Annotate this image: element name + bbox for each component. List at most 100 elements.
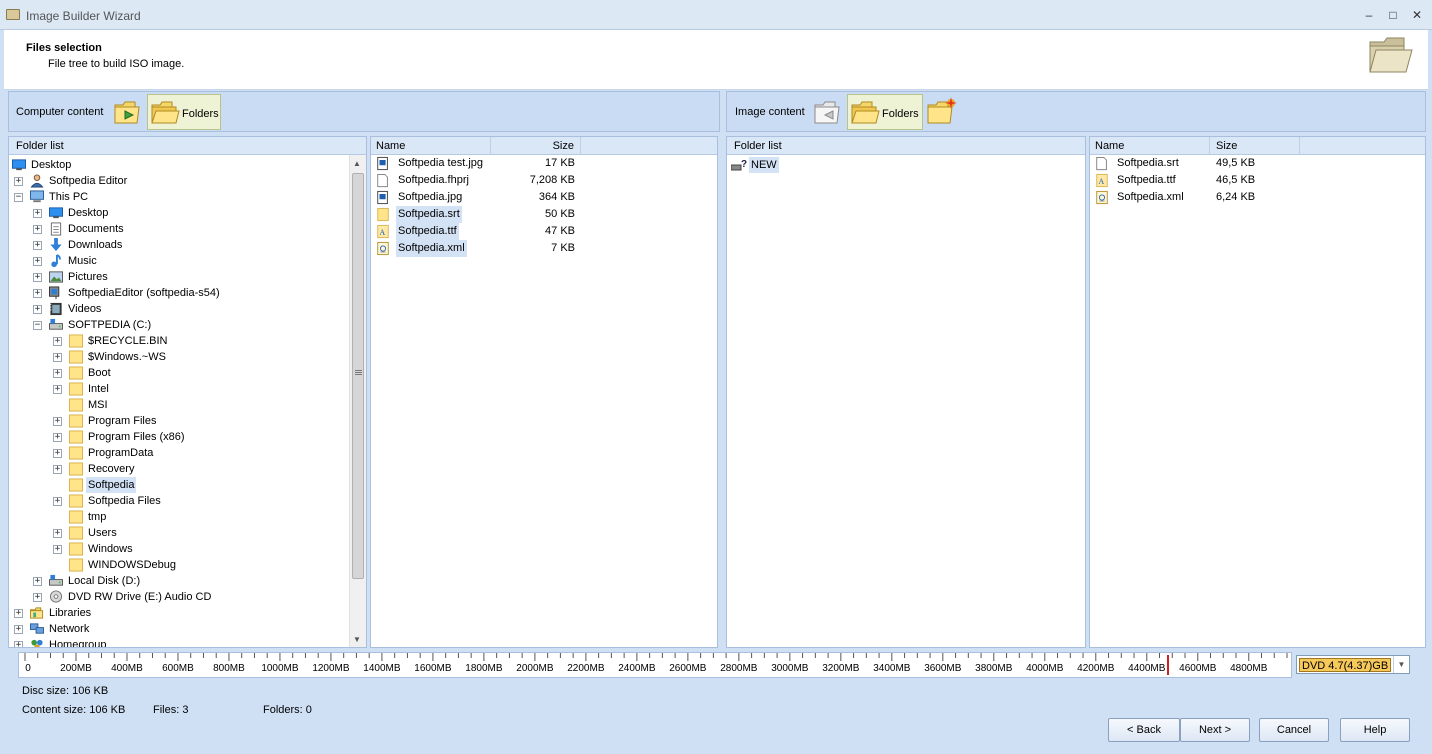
expander-icon[interactable]: + [33,241,42,250]
left-tree-scrollbar[interactable]: ▲ ▼ [349,155,366,647]
expander-icon[interactable]: + [33,305,42,314]
minimize-button[interactable]: – [1358,6,1380,24]
tree-node-label: tmp [88,511,107,523]
scroll-down-icon[interactable]: ▼ [353,635,361,644]
new-folder-button[interactable] [925,94,959,130]
window-title: Image Builder Wizard [26,9,141,23]
next-button[interactable]: Next > [1180,718,1250,742]
disc-type-value: DVD 4.7(4.37)GB [1299,658,1392,672]
expander-icon[interactable]: + [33,593,42,602]
expander-icon[interactable]: + [33,257,42,266]
file-row[interactable]: Softpedia.jpg 364 KB [376,189,676,206]
expander-icon[interactable]: + [53,337,62,346]
expander-icon[interactable]: + [33,289,42,298]
cancel-button[interactable]: Cancel [1259,718,1329,742]
file-row[interactable]: Softpedia.srt 49,5 KB [1095,155,1395,172]
expander-icon[interactable]: + [53,417,62,426]
ruler-tick-label: 400MB [111,663,143,674]
add-to-image-button[interactable] [111,94,145,130]
image-content-toolbar: Image content Folders [726,91,1426,132]
tree-node-label: Windows [88,543,133,555]
expander-icon[interactable]: − [14,193,23,202]
expander-icon[interactable]: + [14,177,23,186]
expander-icon[interactable]: + [53,433,62,442]
xml-file-icon [377,241,389,256]
left-name-column-header[interactable]: Name [371,137,491,155]
expander-icon[interactable]: + [53,465,62,474]
file-row[interactable]: A Softpedia.ttf 47 KB [376,223,676,240]
tree-node-label: DVD RW Drive (E:) Audio CD [68,591,212,603]
expander-icon[interactable]: + [53,529,62,538]
expander-icon[interactable]: + [53,449,62,458]
expander-icon[interactable]: + [33,273,42,282]
file-name: Softpedia test.jpg [398,157,484,169]
expander-icon[interactable]: + [33,577,42,586]
expander-icon[interactable]: + [14,641,23,647]
file-row[interactable]: Softpedia.srt 50 KB [376,206,676,223]
image-root-label: NEW [749,157,779,173]
ruler-tick-label: 3800MB [975,663,1013,674]
disc-type-select[interactable]: DVD 4.7(4.37)GB ▼ [1296,655,1410,674]
file-row[interactable]: Softpedia.xml 6,24 KB [1095,189,1395,206]
documents-icon [50,222,62,236]
tree-node-label: Homegroup [49,639,107,648]
left-size-column-header[interactable]: Size [491,137,581,155]
file-row[interactable]: Softpedia.fhprj 7,208 KB [376,172,676,189]
expander-icon[interactable]: + [14,625,23,634]
expander-icon[interactable]: + [33,209,42,218]
ruler-tick-label: 4800MB [1230,663,1268,674]
computer-content-label: Computer content [16,106,104,118]
page-subtitle: File tree to build ISO image. [48,58,185,70]
tree-node-label: This PC [49,191,89,203]
file-name: Softpedia.ttf [1117,174,1176,186]
chevron-down-icon[interactable]: ▼ [1393,656,1409,673]
file-size: 7,208 KB [529,174,575,186]
scroll-up-icon[interactable]: ▲ [353,159,361,168]
svg-text:?: ? [741,159,747,170]
ruler-tick-label: 2000MB [516,663,554,674]
tree-node-label: Libraries [49,607,92,619]
tree-node-label: Intel [88,383,109,395]
left-tree-scroll-thumb[interactable] [352,173,364,579]
expander-icon[interactable]: + [53,353,62,362]
left-folders-button[interactable]: Folders [147,94,221,130]
disc-size-text: Disc size: 106 KB [22,685,109,697]
expander-icon[interactable]: + [53,385,62,394]
tree-node-label: Recovery [88,463,135,475]
left-file-list-pane: Name Size Softpedia test.jpg 17 KB Softped… [370,136,718,648]
folder-icon [69,334,83,348]
expander-icon[interactable]: + [14,609,23,618]
tree-node-label: Downloads [68,239,123,251]
user-icon [30,174,44,188]
expander-icon[interactable]: + [53,545,62,554]
tree-node-label: Users [88,527,117,539]
file-row[interactable]: A Softpedia.ttf 46,5 KB [1095,172,1395,189]
folder-icon [69,462,83,476]
tree-node-label: Softpedia Files [88,495,161,507]
file-row[interactable]: Softpedia test.jpg 17 KB [376,155,676,172]
remove-from-image-button[interactable] [811,94,845,130]
file-size: 50 KB [545,208,575,220]
close-button[interactable]: ✕ [1406,6,1428,24]
music-icon [51,254,61,268]
file-name: Softpedia.xml [1117,191,1184,203]
left-file-list-header: Name Size [371,137,717,155]
tree-node-label: Desktop [68,207,109,219]
expander-icon[interactable]: + [33,225,42,234]
right-size-column-header[interactable]: Size [1210,137,1300,155]
tree-node-label: WINDOWSDebug [88,559,177,571]
right-folders-button[interactable]: Folders [847,94,923,130]
left-folder-tree-pane: Folder list Desktop + Softpedia Editor − Thi… [8,136,367,648]
right-name-column-header[interactable]: Name [1090,137,1210,155]
help-button[interactable]: Help [1340,718,1410,742]
expander-icon[interactable]: + [53,369,62,378]
capacity-ruler: 0 200MB 400MB 600MB 800MB 1000MB 1200MB 1400MB 1… [18,652,1292,678]
expander-icon[interactable]: − [33,321,42,330]
ruler-tick-label: 1600MB [414,663,452,674]
ruler-tick-label: 1200MB [312,663,350,674]
file-row[interactable]: Softpedia.xml 7 KB [376,240,676,257]
expander-icon[interactable]: + [53,497,62,506]
maximize-button[interactable]: □ [1382,6,1404,24]
back-button[interactable]: < Back [1108,718,1180,742]
tree-node-label: Music [68,255,97,267]
